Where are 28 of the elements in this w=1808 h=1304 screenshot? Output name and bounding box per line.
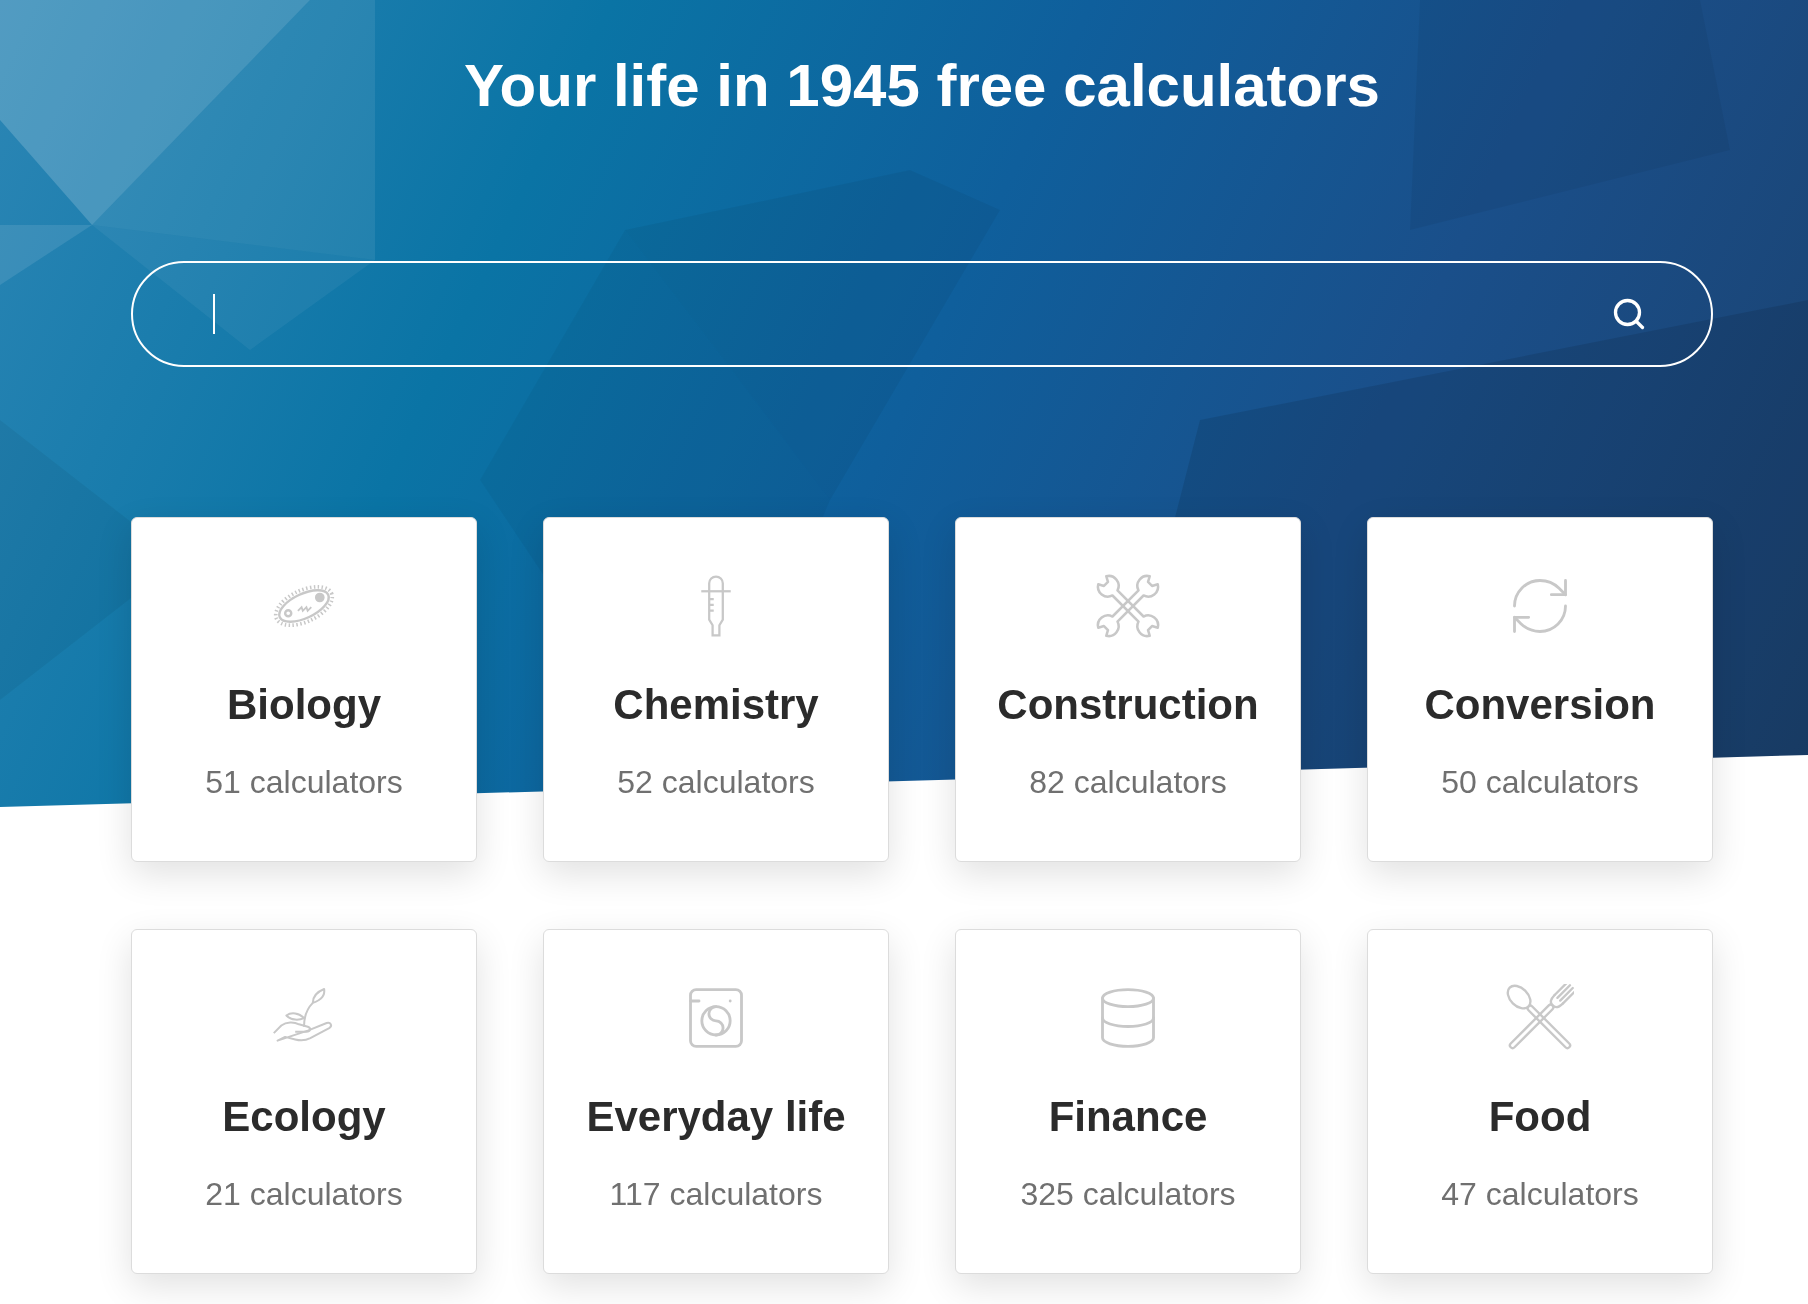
calculator-count: 82 calculators bbox=[1029, 763, 1227, 802]
calculator-count: 50 calculators bbox=[1441, 763, 1639, 802]
category-title: Chemistry bbox=[613, 680, 819, 730]
category-card[interactable]: Construction 82 calculators bbox=[955, 517, 1301, 862]
category-card[interactable]: Ecology 21 calculators bbox=[131, 929, 477, 1274]
category-title: Biology bbox=[227, 680, 381, 730]
category-card[interactable]: Conversion 50 calculators bbox=[1367, 517, 1713, 862]
spoon-fork-icon bbox=[1506, 984, 1574, 1052]
search-button[interactable] bbox=[1611, 296, 1647, 332]
calculator-count: 325 calculators bbox=[1020, 1175, 1236, 1214]
category-title: Construction bbox=[997, 680, 1259, 730]
category-card[interactable]: Biology 51 calculators bbox=[131, 517, 477, 862]
calculator-count: 52 calculators bbox=[617, 763, 815, 802]
page-title: Your life in 1945 free calculators bbox=[464, 51, 1380, 121]
category-title: Food bbox=[1488, 1092, 1592, 1142]
calculator-count: 21 calculators bbox=[205, 1175, 403, 1214]
category-title: Finance bbox=[1048, 1092, 1208, 1142]
category-card[interactable]: Everyday life 117 calculators bbox=[543, 929, 889, 1274]
calculator-count: 47 calculators bbox=[1441, 1175, 1639, 1214]
search-icon bbox=[1611, 296, 1647, 332]
category-card[interactable]: Food 47 calculators bbox=[1367, 929, 1713, 1274]
category-title: Conversion bbox=[1424, 680, 1656, 730]
calculator-count: 51 calculators bbox=[205, 763, 403, 802]
calculator-count: 117 calculators bbox=[609, 1175, 823, 1214]
category-title: Everyday life bbox=[586, 1092, 846, 1142]
category-title: Ecology bbox=[222, 1092, 386, 1142]
crossed-wrenches-icon bbox=[1094, 572, 1162, 640]
category-card[interactable]: Finance 325 calculators bbox=[955, 929, 1301, 1274]
